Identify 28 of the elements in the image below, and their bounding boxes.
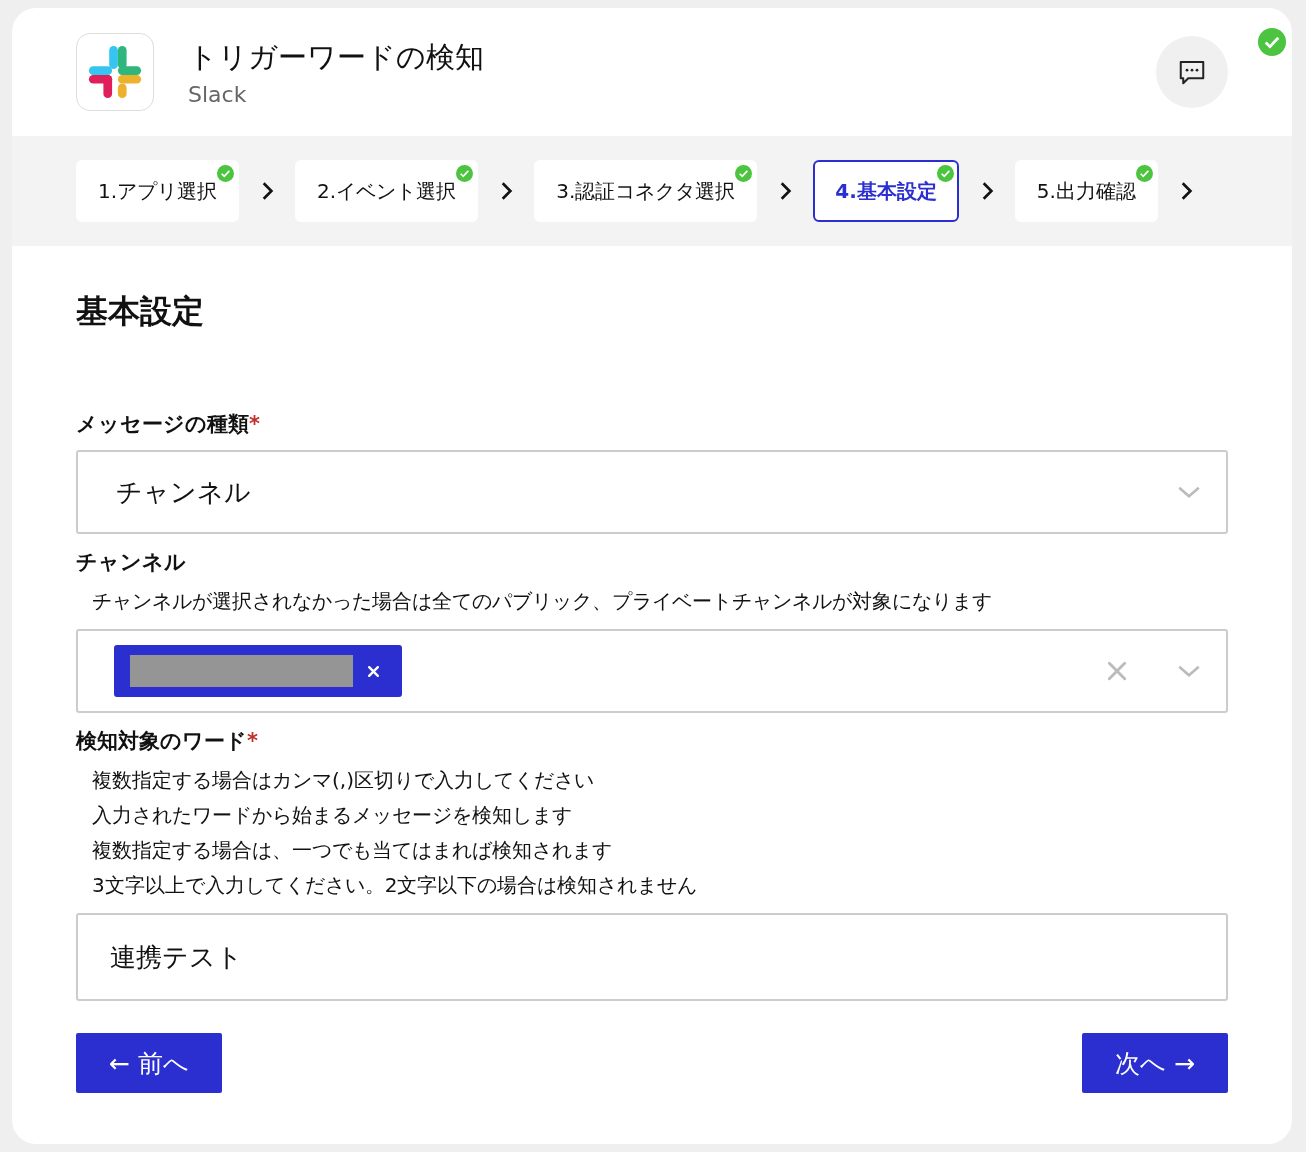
help-text: 複数指定する場合はカンマ(,)区切りで入力してください bbox=[92, 767, 595, 794]
chevron-right-icon bbox=[778, 180, 793, 202]
chevron-right-icon bbox=[260, 180, 275, 202]
step-tab[interactable]: 3.認証コネクタ選択 bbox=[534, 160, 758, 222]
required-mark: * bbox=[247, 729, 258, 753]
help-text: チャンネルが選択されなかった場合は全てのパブリック、プライベートチャンネルが対象になります bbox=[92, 588, 993, 615]
step-tab[interactable]: 1.アプリ選択 bbox=[76, 160, 240, 222]
required-mark: * bbox=[249, 412, 260, 436]
next-button[interactable]: 次へ → bbox=[1082, 1033, 1228, 1093]
step-tab[interactable]: 4.基本設定 bbox=[813, 160, 959, 222]
chevron-right-icon bbox=[499, 180, 514, 202]
select-field[interactable]: チャンネル bbox=[76, 450, 1228, 534]
page-title: トリガーワードの検知 bbox=[188, 38, 485, 76]
help-text: 複数指定する場合は、一つでも当てはまれば検知されます bbox=[92, 837, 613, 864]
remove-icon[interactable] bbox=[367, 664, 380, 678]
step-tab[interactable]: 5.出力確認 bbox=[1014, 160, 1158, 222]
field-label: メッセージの種類* bbox=[76, 411, 261, 438]
app-name: Slack bbox=[188, 81, 248, 107]
hash-logo-icon bbox=[86, 43, 144, 101]
field-label: 検知対象のワード* bbox=[76, 728, 259, 755]
help-text: 3文字以上で入力してください。2文字以下の場合は検知されません bbox=[92, 872, 699, 899]
back-button[interactable]: ← 前へ bbox=[76, 1033, 222, 1093]
field-label: チャンネル bbox=[76, 549, 187, 576]
text-input-field[interactable]: 連携テスト bbox=[76, 913, 1228, 1001]
multi-select-field[interactable] bbox=[76, 629, 1228, 713]
help-text: 入力されたワードから始まるメッセージを検知します bbox=[92, 802, 573, 829]
step-tab[interactable]: 2.イベント選択 bbox=[295, 160, 479, 222]
section-title: 基本設定 bbox=[76, 291, 205, 332]
